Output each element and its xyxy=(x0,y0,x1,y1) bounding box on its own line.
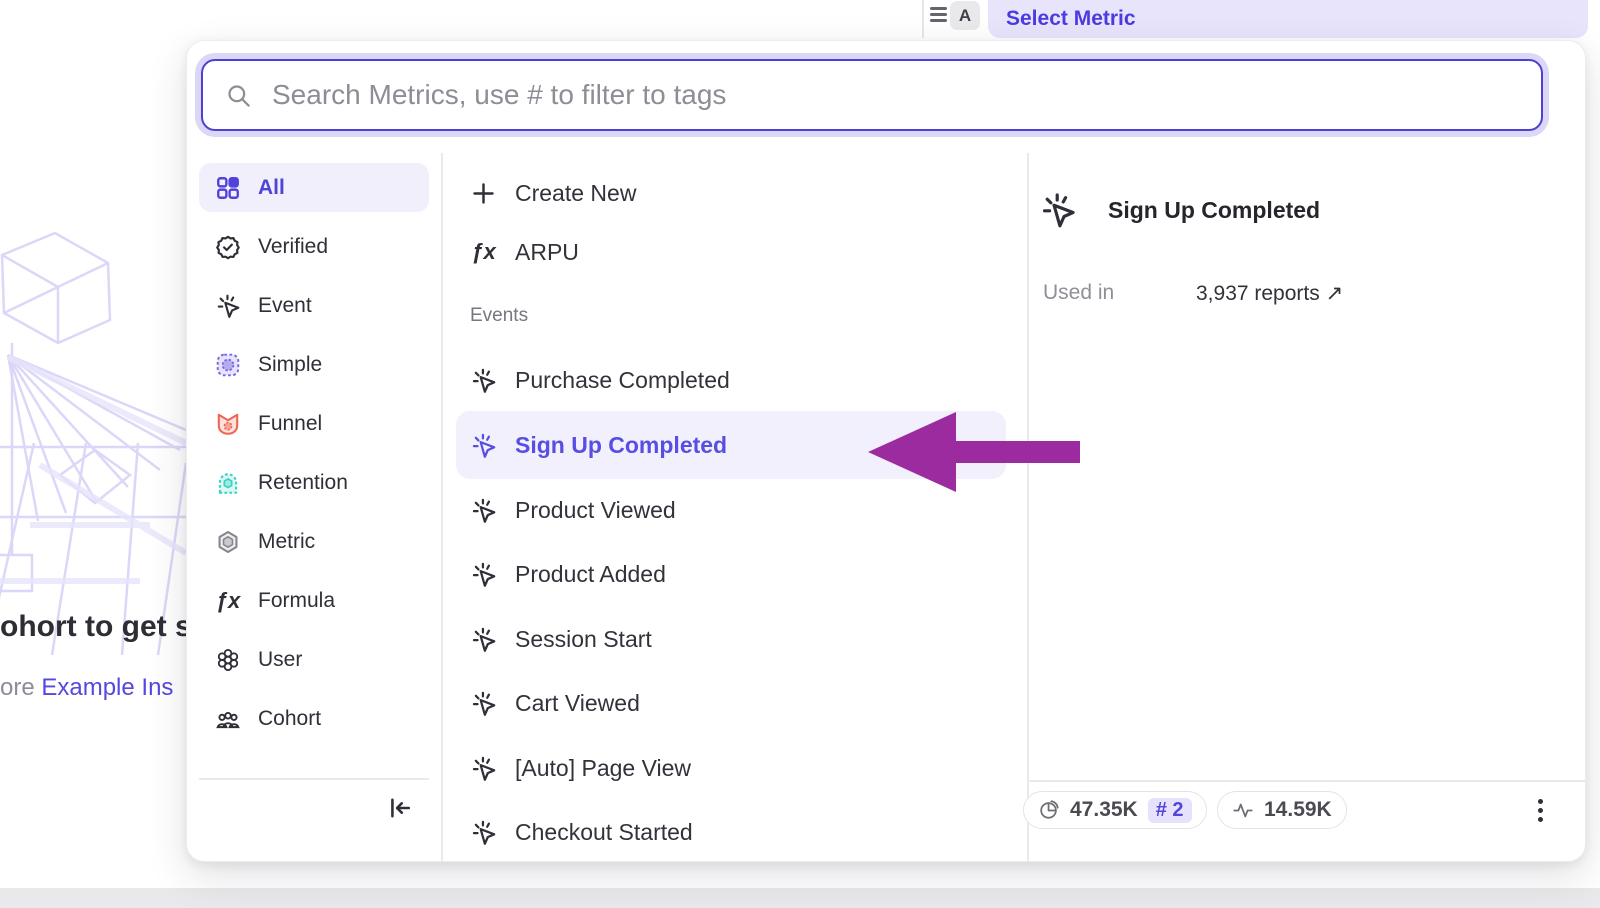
wireframe-illustration xyxy=(0,225,186,655)
sidebar-bottom-divider xyxy=(199,778,429,780)
create-new-button[interactable]: Create New xyxy=(456,173,1006,213)
collapse-left-icon xyxy=(386,794,414,822)
grid-all-icon xyxy=(215,175,241,201)
formula-fx-icon: ƒx xyxy=(470,239,497,265)
formula-fx-icon: ƒx xyxy=(215,588,241,614)
search-input[interactable] xyxy=(272,79,1519,111)
simple-metric-icon xyxy=(215,352,241,378)
app-page: ohort to get s ore Example Ins A Select … xyxy=(0,0,1600,908)
sidebar-item-user[interactable]: User xyxy=(199,635,429,684)
list-item-session-start[interactable]: Session Start xyxy=(456,619,1006,659)
sidebar-item-label: Simple xyxy=(258,353,322,377)
create-new-label: Create New xyxy=(515,180,636,207)
funnel-icon xyxy=(215,411,241,437)
sidebar-item-label: Retention xyxy=(258,471,348,495)
list-item-product-viewed[interactable]: Product Viewed xyxy=(456,490,1006,530)
events-section-header: Events xyxy=(470,305,528,327)
list-item-label: Checkout Started xyxy=(515,819,693,846)
event-icon xyxy=(470,626,497,653)
rank-chip: # 2 xyxy=(1148,798,1192,823)
list-detail-divider xyxy=(1027,153,1029,861)
pulse-icon xyxy=(1232,799,1254,821)
metric-search-box[interactable] xyxy=(201,59,1543,131)
event-icon xyxy=(470,432,497,459)
select-metric-label: Select Metric xyxy=(1006,7,1136,31)
sidebar-item-label: User xyxy=(258,648,302,672)
list-item-purchase-completed[interactable]: Purchase Completed xyxy=(456,360,1006,400)
list-item-label: Product Added xyxy=(515,561,666,588)
event-cursor-icon xyxy=(215,293,241,319)
list-item-label: Product Viewed xyxy=(515,497,676,524)
sidebar-item-cohort[interactable]: Cohort xyxy=(199,694,429,743)
retention-icon xyxy=(215,470,241,496)
sidebar-item-label: Formula xyxy=(258,589,335,613)
example-insights-link[interactable]: Example Ins xyxy=(41,674,173,701)
pie-chart-icon xyxy=(1038,799,1060,821)
event-icon xyxy=(470,561,497,588)
background-link-line: ore Example Ins xyxy=(0,674,186,702)
list-item-arpu[interactable]: ƒx ARPU xyxy=(456,232,1006,272)
sidebar-item-verified[interactable]: Verified xyxy=(199,222,429,271)
list-item-label: [Auto] Page View xyxy=(515,755,691,782)
series-a-badge: A xyxy=(950,1,980,30)
event-icon xyxy=(470,755,497,782)
annotation-arrow-icon xyxy=(866,410,1082,494)
sidebar-item-label: Funnel xyxy=(258,412,322,436)
report-count-badge[interactable]: 47.35K # 2 xyxy=(1023,791,1207,829)
detail-bottom-divider xyxy=(1027,780,1587,782)
sidebar-item-funnel[interactable]: Funnel xyxy=(199,399,429,448)
event-icon xyxy=(470,497,497,524)
sidebar-item-metric[interactable]: Metric xyxy=(199,517,429,566)
list-item-label: Cart Viewed xyxy=(515,690,640,717)
background-link-prefix: ore xyxy=(0,674,35,701)
event-icon xyxy=(470,690,497,717)
used-in-label: Used in xyxy=(1043,281,1114,305)
list-item-label: Sign Up Completed xyxy=(515,432,727,459)
list-item-checkout-started[interactable]: Checkout Started xyxy=(456,812,1006,852)
panel-divider xyxy=(922,0,924,38)
drag-handle-icon[interactable] xyxy=(930,7,947,23)
badge-value: 47.35K xyxy=(1070,798,1138,822)
detail-title: Sign Up Completed xyxy=(1108,197,1320,224)
badge-value: 14.59K xyxy=(1264,798,1332,822)
verified-badge-icon xyxy=(215,234,241,260)
user-cluster-icon xyxy=(215,647,241,673)
list-item-product-added[interactable]: Product Added xyxy=(456,554,1006,594)
collapse-sidebar-button[interactable] xyxy=(383,791,417,825)
sidebar-item-label: Verified xyxy=(258,235,328,259)
plus-icon xyxy=(470,180,497,207)
list-item-label: Purchase Completed xyxy=(515,367,730,394)
sidebar-item-simple[interactable]: Simple xyxy=(199,340,429,389)
more-options-button[interactable] xyxy=(1523,793,1557,827)
event-icon xyxy=(470,819,497,846)
sidebar-item-all[interactable]: All xyxy=(199,163,429,212)
sidebar-item-label: Cohort xyxy=(258,707,321,731)
sidebar-list-divider xyxy=(441,153,443,861)
sidebar-item-label: Metric xyxy=(258,530,315,554)
list-item-label: Session Start xyxy=(515,626,652,653)
used-in-reports-link[interactable]: 3,937 reports ↗ xyxy=(1196,281,1343,306)
detail-header: Sign Up Completed xyxy=(1039,191,1320,229)
sidebar-item-retention[interactable]: Retention xyxy=(199,458,429,507)
event-icon xyxy=(470,367,497,394)
event-icon xyxy=(1039,191,1077,229)
search-icon xyxy=(225,82,252,109)
sidebar-item-label: Event xyxy=(258,294,312,318)
metric-hexagon-icon xyxy=(215,529,241,555)
volume-badge[interactable]: 14.59K xyxy=(1217,791,1347,829)
list-item-label: ARPU xyxy=(515,239,579,266)
list-item-auto-page-view[interactable]: [Auto] Page View xyxy=(456,748,1006,788)
sidebar-item-event[interactable]: Event xyxy=(199,281,429,330)
sidebar-item-formula[interactable]: ƒx Formula xyxy=(199,576,429,625)
kebab-icon xyxy=(1538,799,1543,804)
background-heading-fragment: ohort to get s xyxy=(0,610,186,644)
sidebar-item-label: All xyxy=(258,176,285,200)
window-bottom-strip xyxy=(0,888,1600,908)
list-item-cart-viewed[interactable]: Cart Viewed xyxy=(456,683,1006,723)
select-metric-field[interactable]: Select Metric xyxy=(988,0,1588,38)
cohort-people-icon xyxy=(215,706,241,732)
